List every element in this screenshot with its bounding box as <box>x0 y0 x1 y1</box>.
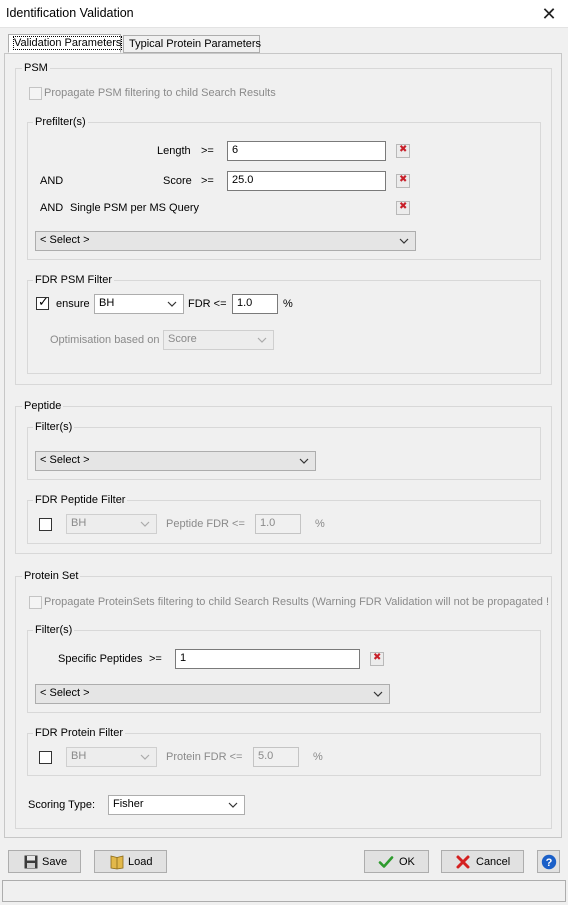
prefilter-name: Score <box>163 175 192 187</box>
prefilter-select[interactable]: < Select > <box>35 231 416 251</box>
prefilter-name: Length <box>157 145 191 157</box>
length-value-input[interactable]: 6 <box>227 141 386 161</box>
chevron-down-icon <box>167 301 177 307</box>
save-button[interactable]: Save <box>8 850 81 873</box>
remove-length-filter-icon[interactable] <box>396 144 410 158</box>
fdr-protein-group-label: FDR Protein Filter <box>33 727 126 739</box>
chevron-down-icon <box>299 458 309 464</box>
check-icon <box>378 856 394 868</box>
fdr-peptide-unit: % <box>315 518 325 530</box>
prefilter-connector: AND <box>40 175 64 187</box>
select-value: < Select > <box>40 234 90 246</box>
load-button-label: Load <box>128 856 153 868</box>
select-value: BH <box>71 517 87 529</box>
save-button-label: Save <box>42 856 68 868</box>
chevron-down-icon <box>140 754 150 760</box>
help-icon: ? <box>541 854 557 870</box>
fdr-peptide-label: Peptide FDR <= <box>166 518 245 530</box>
tab-label: Validation Parameters <box>12 36 123 50</box>
peptide-filters-label: Filter(s) <box>33 421 75 433</box>
protein-filters-label: Filter(s) <box>33 624 75 636</box>
ensure-label: ensure <box>56 298 90 310</box>
ok-button[interactable]: OK <box>364 850 429 873</box>
propagate-psm-label: Propagate PSM filtering to child Search … <box>44 87 276 99</box>
select-value: < Select > <box>40 454 90 466</box>
fdr-protein-label: Protein FDR <= <box>166 751 243 763</box>
optimisation-select[interactable]: Score <box>163 330 274 350</box>
remove-single-psm-filter-icon[interactable] <box>396 201 410 215</box>
load-button[interactable]: Load <box>94 850 167 873</box>
title-bar: Identification Validation ✕ <box>0 0 568 28</box>
svg-text:?: ? <box>546 857 553 869</box>
specific-peptides-value-input[interactable]: 1 <box>175 649 360 669</box>
chevron-down-icon <box>228 802 238 808</box>
scoring-type-label: Scoring Type: <box>28 799 96 811</box>
tab-validation-parameters[interactable]: Validation Parameters <box>8 34 123 53</box>
fdr-psm-value-input[interactable]: 1.0 <box>232 294 278 314</box>
book-icon <box>110 855 124 870</box>
protein-filter-operator: >= <box>149 653 162 665</box>
remove-specific-peptides-filter-icon[interactable] <box>370 652 384 666</box>
cancel-button-label: Cancel <box>476 856 511 868</box>
prefilter-name: Single PSM per MS Query <box>70 202 199 214</box>
propagate-proteinsets-checkbox[interactable] <box>29 596 42 609</box>
peptide-filter-select[interactable]: < Select > <box>35 451 316 471</box>
chevron-down-icon <box>140 521 150 527</box>
fdr-peptide-group-label: FDR Peptide Filter <box>33 494 128 506</box>
window-title: Identification Validation <box>6 6 134 20</box>
help-button[interactable]: ? <box>537 850 560 873</box>
select-value: < Select > <box>40 687 90 699</box>
chevron-down-icon <box>257 337 267 343</box>
protein-filter-select[interactable]: < Select > <box>35 684 390 704</box>
fdr-psm-group-label: FDR PSM Filter <box>33 274 114 286</box>
propagate-proteinsets-label: Propagate ProteinSets filtering to child… <box>44 596 550 608</box>
optimisation-label: Optimisation based on <box>50 334 160 346</box>
cancel-button[interactable]: Cancel <box>441 850 524 873</box>
chevron-down-icon <box>399 238 409 244</box>
select-value: Score <box>168 333 197 345</box>
tab-typical-protein-parameters[interactable]: Typical Protein Parameters <box>123 35 262 53</box>
select-value: BH <box>71 750 87 762</box>
fdr-psm-checkbox[interactable] <box>36 295 49 310</box>
protein-filter-name: Specific Peptides <box>58 653 143 665</box>
select-value: Fisher <box>113 798 144 810</box>
prefilter-connector: AND <box>40 202 64 214</box>
save-icon <box>24 855 38 869</box>
tab-label: Typical Protein Parameters <box>129 38 262 50</box>
prefilter-group-label: Prefilter(s) <box>33 116 88 128</box>
peptide-group-label: Peptide <box>22 400 64 412</box>
scoring-type-select[interactable]: Fisher <box>108 795 245 815</box>
fdr-protein-method-select[interactable]: BH <box>66 747 157 767</box>
fdr-protein-checkbox[interactable] <box>39 751 52 764</box>
ok-button-label: OK <box>399 856 415 868</box>
fdr-protein-unit: % <box>313 751 323 763</box>
prefilter-operator: >= <box>201 175 214 187</box>
prefilter-operator: >= <box>201 145 214 157</box>
close-icon[interactable]: ✕ <box>538 3 560 25</box>
status-bar <box>2 880 566 902</box>
remove-score-filter-icon[interactable] <box>396 174 410 188</box>
fdr-peptide-method-select[interactable]: BH <box>66 514 157 534</box>
select-value: BH <box>99 297 115 309</box>
fdr-psm-method-select[interactable]: BH <box>94 294 184 314</box>
fdr-peptide-value-input[interactable]: 1.0 <box>255 514 301 534</box>
score-value-input[interactable]: 25.0 <box>227 171 386 191</box>
fdr-peptide-checkbox[interactable] <box>39 518 52 531</box>
chevron-down-icon <box>373 691 383 697</box>
propagate-psm-checkbox[interactable] <box>29 87 42 100</box>
fdr-psm-unit: % <box>283 298 293 310</box>
fdr-psm-label: FDR <= <box>188 298 227 310</box>
cancel-icon <box>456 855 470 869</box>
psm-group-label: PSM <box>22 62 50 74</box>
protein-set-group-label: Protein Set <box>22 570 81 582</box>
fdr-protein-value-input[interactable]: 5.0 <box>253 747 299 767</box>
